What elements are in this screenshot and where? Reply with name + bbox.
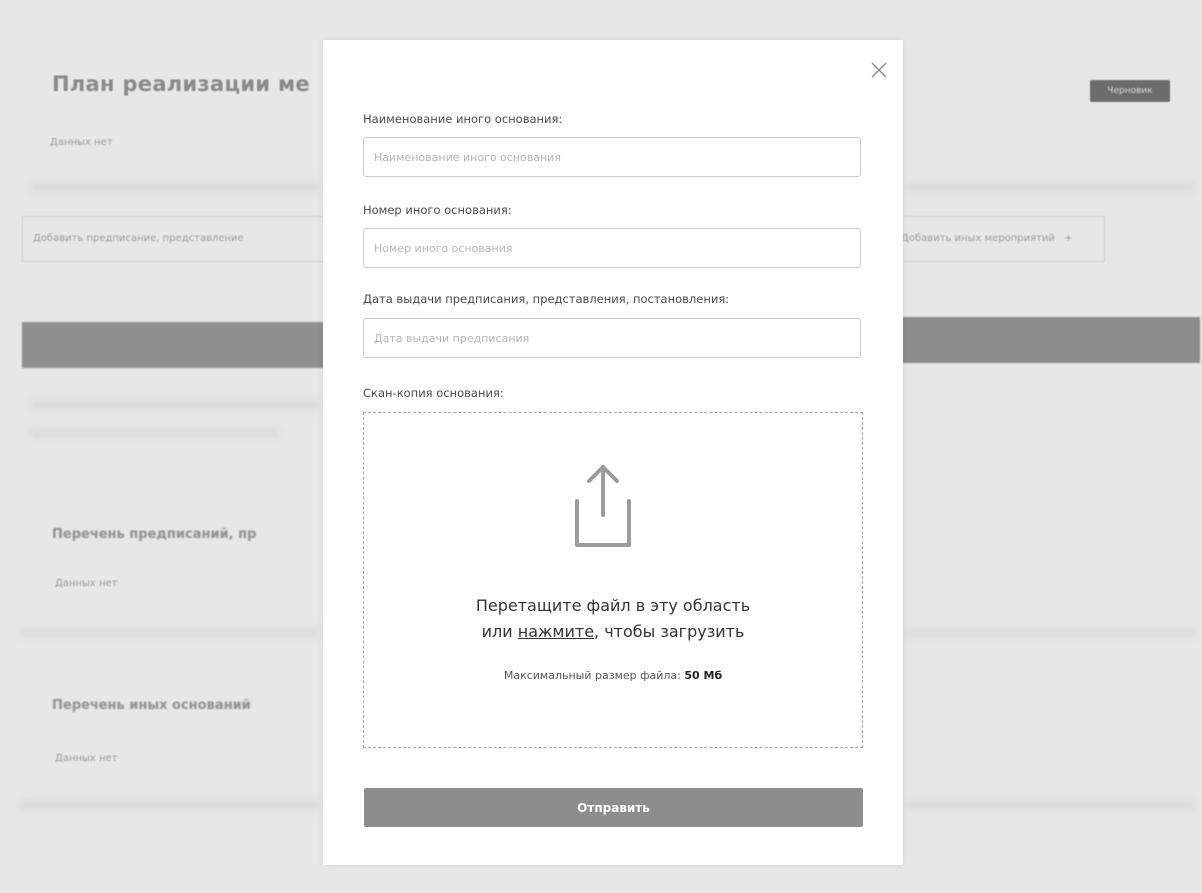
background-bar bbox=[22, 322, 342, 368]
submit-button[interactable]: Отправить bbox=[364, 788, 863, 827]
background-divider bbox=[905, 800, 1195, 810]
max-file-size-value: 50 Мб bbox=[684, 669, 723, 682]
background-divider bbox=[30, 182, 320, 192]
section-heading-other-grounds: Перечень иных оснований bbox=[52, 698, 251, 713]
browse-file-link[interactable]: нажмите bbox=[518, 622, 594, 641]
no-data-text: Данных нет bbox=[55, 578, 118, 589]
dropzone-upload-text: , чтобы загрузить bbox=[594, 622, 745, 641]
page: План реализации ме Черновик Данных нет Д… bbox=[0, 0, 1202, 893]
scan-copy-label: Скан-копия основания: bbox=[363, 386, 504, 400]
no-data-text: Данных нет bbox=[55, 753, 118, 764]
background-divider bbox=[905, 182, 1195, 192]
max-file-size: Максимальный размер файла: 50 Мб bbox=[364, 669, 862, 682]
dropzone-instruction: Перетащите файл в эту область bbox=[475, 596, 751, 615]
add-other-button: Добавить иных мероприятий + bbox=[880, 216, 1105, 262]
issue-date-label: Дата выдачи предписания, представления, … bbox=[363, 292, 730, 306]
file-dropzone[interactable]: Перетащите файл в эту область или нажмит… bbox=[363, 412, 863, 748]
background-divider bbox=[905, 628, 1195, 638]
issue-date-input[interactable] bbox=[363, 318, 861, 358]
upload-modal: Наименование иного основания: Номер иног… bbox=[323, 40, 903, 865]
background-divider bbox=[20, 628, 320, 638]
other-ground-number-input[interactable] bbox=[363, 228, 861, 268]
add-prescription-button: Добавить предписание, представление bbox=[22, 216, 342, 262]
close-button[interactable] bbox=[867, 58, 891, 82]
section-heading-prescriptions: Перечень предписаний, пр bbox=[52, 527, 257, 542]
add-other-label: Добавить иных мероприятий bbox=[901, 233, 1055, 244]
max-file-size-label: Максимальный размер файла: bbox=[503, 669, 685, 682]
close-icon bbox=[871, 62, 887, 78]
other-ground-name-label: Наименование иного основания: bbox=[363, 112, 563, 126]
status-badge: Черновик bbox=[1090, 80, 1170, 102]
dropzone-instruction-secondary: или нажмите, чтобы загрузить bbox=[364, 622, 862, 641]
background-divider bbox=[30, 400, 320, 410]
background-page-title: План реализации ме bbox=[52, 72, 310, 96]
background-divider bbox=[30, 428, 280, 438]
dropzone-or-text: или bbox=[481, 622, 518, 641]
no-data-text: Данных нет bbox=[50, 137, 113, 148]
background-bar bbox=[880, 317, 1200, 363]
background-divider bbox=[20, 800, 320, 810]
upload-icon bbox=[575, 465, 631, 547]
other-ground-number-label: Номер иного основания: bbox=[363, 203, 512, 217]
other-ground-name-input[interactable] bbox=[363, 137, 861, 177]
plus-icon: + bbox=[1064, 233, 1073, 244]
